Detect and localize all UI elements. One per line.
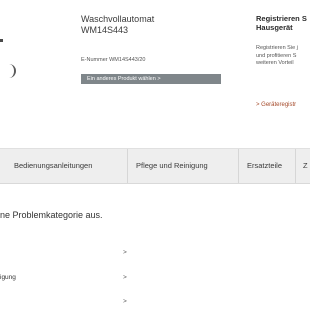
register-line: weiteren Vorteil [256, 60, 294, 66]
chevron-right-icon: > [123, 249, 127, 256]
tab-manuals[interactable]: Bedienungsanleitungen [14, 149, 92, 183]
register-line: und profitieren S [256, 52, 297, 59]
tab-divider [127, 149, 128, 183]
category-row[interactable]: > [0, 298, 200, 310]
tab-bar: Bedienungsanleitungen Pflege und Reinigu… [0, 148, 310, 184]
tab-care-cleaning[interactable]: Pflege und Reinigung [136, 149, 208, 183]
product-image-detail [0, 39, 3, 42]
category-row[interactable]: > [0, 249, 200, 261]
chevron-right-icon: > [123, 274, 127, 281]
product-image-door [9, 64, 16, 78]
register-line: Registrieren Sie j [256, 45, 298, 51]
product-image [0, 14, 16, 80]
product-header: Waschvollautomat WM14S443 E-Nummer WM14S… [0, 0, 310, 148]
problem-category-heading: ne Problemkategorie aus. [0, 210, 103, 220]
register-subtitle: Hausgerät [256, 23, 293, 32]
tab-more[interactable]: Z [303, 149, 308, 183]
chevron-right-icon: > [123, 298, 127, 305]
product-enr: E-Nummer WM14S443/20 [81, 57, 146, 63]
product-title: Waschvollautomat [81, 14, 155, 24]
choose-other-product-button[interactable]: Ein anderes Produkt wählen > [81, 74, 221, 84]
product-model: WM14S443 [81, 25, 129, 35]
register-description: Registrieren Sie j und profitieren S wei… [256, 45, 298, 68]
register-title: Registrieren S [256, 14, 307, 23]
category-label: igung [0, 274, 16, 281]
tab-divider [295, 149, 296, 183]
tab-spare-parts[interactable]: Ersatzteile [247, 149, 282, 183]
tab-divider [238, 149, 239, 183]
category-row[interactable]: igung > [0, 274, 200, 286]
device-registration-link[interactable]: > Geräteregistr [256, 102, 296, 108]
